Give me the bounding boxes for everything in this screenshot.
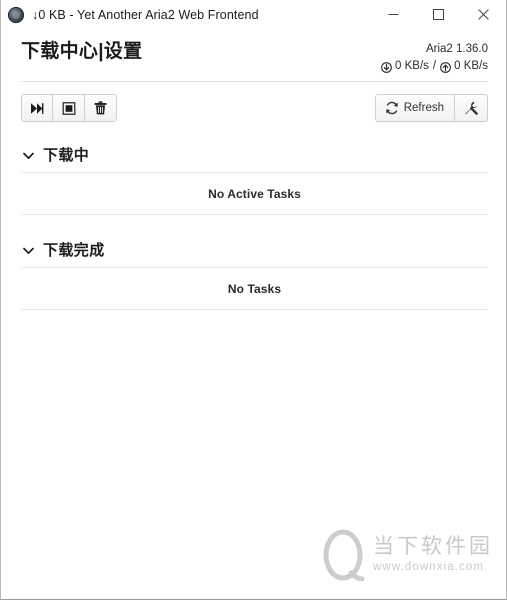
refresh-button[interactable]: Refresh <box>374 94 455 123</box>
window-controls <box>371 0 506 29</box>
completed-task-list: No Tasks <box>21 267 488 311</box>
settings-button[interactable] <box>455 94 488 123</box>
watermark: 当下软件园 www.downxia.com <box>321 529 493 581</box>
header-status: Aria2 1.36.0 0 KB/s / 0 KB/s <box>381 39 488 73</box>
close-icon <box>478 9 489 20</box>
section-downloading-header[interactable]: 下载中 <box>21 148 488 172</box>
toolbar: Refresh <box>1 82 506 123</box>
task-action-button-group <box>21 94 117 123</box>
app-window: ↓0 KB - Yet Another Aria2 Web Frontend 下… <box>0 0 507 600</box>
page-title: 下载中心|设置 <box>21 39 142 65</box>
view-action-button-group: Refresh <box>374 94 488 123</box>
watermark-site-url: www.downxia.com <box>373 561 485 574</box>
download-speed-icon <box>381 62 392 73</box>
page-title-download-center[interactable]: 下载中心 <box>21 41 98 62</box>
watermark-site-name: 当下软件园 <box>373 534 493 559</box>
resume-all-button[interactable] <box>21 94 53 123</box>
upload-speed-value: 0 KB/s <box>454 59 488 72</box>
task-sections: 下载中 No Active Tasks 下载完成 No Tasks 当下软件园 … <box>1 122 506 599</box>
chevron-down-icon <box>23 247 34 255</box>
wrench-icon <box>465 102 478 116</box>
title-bar[interactable]: ↓0 KB - Yet Another Aria2 Web Frontend <box>1 0 506 30</box>
section-downloading-title: 下载中 <box>43 147 90 165</box>
section-completed-title: 下载完成 <box>43 242 105 260</box>
section-downloading: 下载中 No Active Tasks <box>21 148 488 216</box>
minimize-icon <box>388 14 399 15</box>
completed-empty-message: No Tasks <box>227 282 282 297</box>
section-completed-header[interactable]: 下载完成 <box>21 243 488 267</box>
window-title: ↓0 KB - Yet Another Aria2 Web Frontend <box>32 7 259 22</box>
title-bar-left: ↓0 KB - Yet Another Aria2 Web Frontend <box>1 6 371 23</box>
section-completed: 下载完成 No Tasks <box>21 243 488 311</box>
upload-speed-icon <box>440 62 452 73</box>
refresh-icon <box>385 102 398 115</box>
trash-icon <box>94 101 107 115</box>
chevron-down-icon <box>23 152 34 160</box>
window-maximize-button[interactable] <box>416 0 461 29</box>
speed-status: 0 KB/s / 0 KB/s <box>381 60 488 74</box>
page-header: 下载中心|设置 Aria2 1.36.0 0 KB/s / 0 KB/s <box>1 30 506 73</box>
page-title-settings[interactable]: 设置 <box>104 41 143 62</box>
downxia-logo-icon <box>323 529 365 581</box>
fast-forward-icon <box>31 103 44 114</box>
aria2-app-icon <box>8 6 24 23</box>
window-minimize-button[interactable] <box>371 0 416 29</box>
maximize-icon <box>433 9 444 20</box>
download-speed-value: 0 KB/s <box>395 59 429 72</box>
pause-all-button[interactable] <box>53 94 85 123</box>
speed-divider: / <box>432 59 437 72</box>
delete-button[interactable] <box>85 94 117 123</box>
stop-icon <box>62 102 75 115</box>
aria2-version-label: Aria2 1.36.0 <box>425 43 488 55</box>
downloading-task-list: No Active Tasks <box>21 172 488 216</box>
refresh-button-label: Refresh <box>403 101 444 114</box>
downloading-empty-message: No Active Tasks <box>208 187 301 202</box>
window-close-button[interactable] <box>461 0 506 29</box>
watermark-text: 当下软件园 www.downxia.com <box>373 536 493 574</box>
